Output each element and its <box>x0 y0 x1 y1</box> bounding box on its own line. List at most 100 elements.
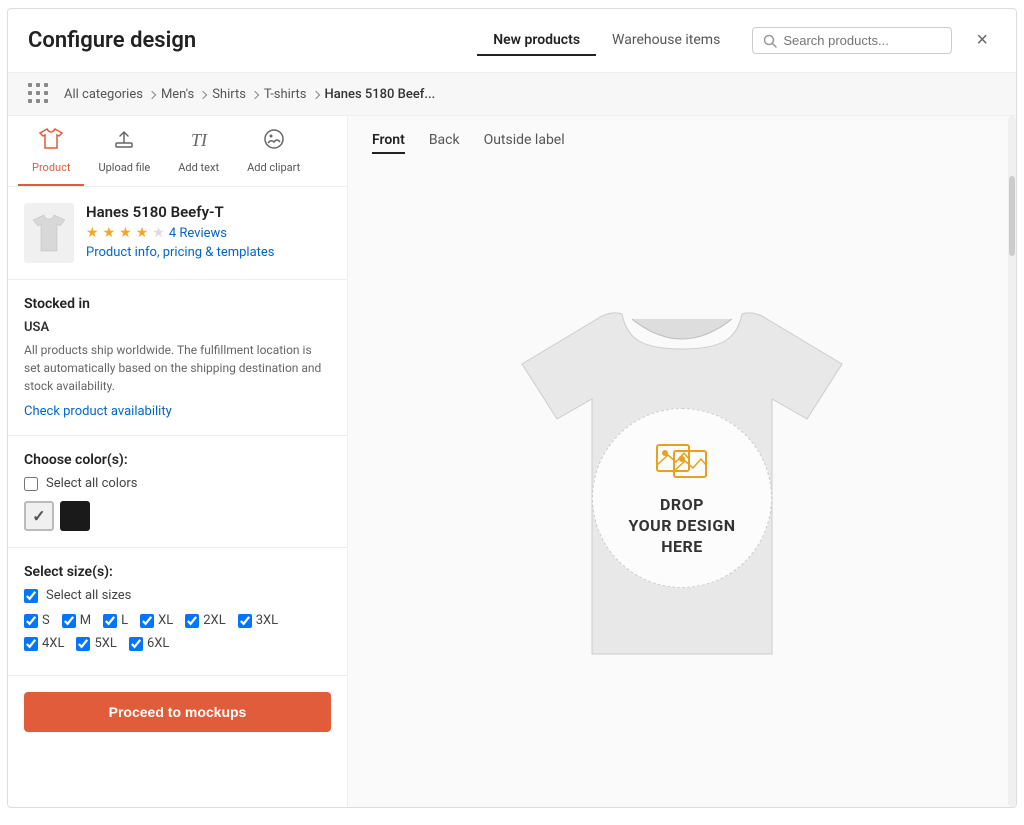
toolbar-upload-label: Upload file <box>98 161 150 174</box>
size-item-3xl: 3XL <box>238 613 278 628</box>
right-panel: Front Back Outside label <box>348 116 1016 807</box>
header-tabs: New products Warehouse items <box>477 26 736 56</box>
toolbar-clipart[interactable]: Add clipart <box>233 116 314 186</box>
star-2: ★ <box>103 225 116 241</box>
size-section-title: Select size(s): <box>24 564 331 580</box>
color-swatches: ✓ <box>24 501 331 531</box>
main-content: Product Upload file TI <box>8 116 1016 807</box>
toolbar: Product Upload file TI <box>8 116 347 187</box>
close-button[interactable]: × <box>968 25 996 56</box>
toolbar-text-label: Add text <box>178 161 219 174</box>
view-tab-back[interactable]: Back <box>429 132 460 154</box>
breadcrumb-mens[interactable]: Men's <box>161 87 194 102</box>
size-item-xl: XL <box>140 613 173 628</box>
size-item-5xl: 5XL <box>76 636 116 651</box>
stocked-description: All products ship worldwide. The fulfill… <box>24 341 331 395</box>
proceed-button[interactable]: Proceed to mockups <box>24 692 331 732</box>
select-all-colors-row: Select all colors <box>24 476 331 491</box>
breadcrumb-sep-4 <box>313 87 319 102</box>
breadcrumb-sep-2 <box>200 87 206 102</box>
select-all-sizes-checkbox[interactable] <box>24 589 38 603</box>
star-5: ★ <box>152 225 165 241</box>
check-availability-link[interactable]: Check product availability <box>24 404 172 419</box>
product-thumbnail <box>24 203 74 263</box>
toolbar-clipart-label: Add clipart <box>247 161 300 174</box>
size-item-4xl: 4XL <box>24 636 64 651</box>
stocked-section: Stocked in USA All products ship worldwi… <box>8 280 347 436</box>
tshirt-svg-container: DROP YOUR DESIGN HERE <box>502 274 862 704</box>
upload-icon <box>111 126 137 157</box>
size-2xl-checkbox[interactable] <box>185 614 199 628</box>
view-tabs: Front Back Outside label <box>348 116 589 170</box>
grid-icon <box>28 83 50 105</box>
select-all-sizes-label: Select all sizes <box>46 588 131 603</box>
color-section-title: Choose color(s): <box>24 452 331 468</box>
search-box <box>752 27 952 54</box>
scrollbar-thumb <box>1009 176 1015 256</box>
star-1: ★ <box>86 225 99 241</box>
drop-text: DROP YOUR DESIGN HERE <box>628 495 735 557</box>
size-item-l: L <box>103 613 128 628</box>
size-item-2xl: 2XL <box>185 613 225 628</box>
scrollbar[interactable] <box>1008 116 1016 807</box>
tab-warehouse-items[interactable]: Warehouse items <box>596 26 736 56</box>
clipart-icon <box>261 126 287 157</box>
product-details: Hanes 5180 Beefy-T ★ ★ ★ ★ ★ 4 Reviews P… <box>86 203 331 260</box>
reviews-link[interactable]: 4 Reviews <box>169 226 227 241</box>
size-l-checkbox[interactable] <box>103 614 117 628</box>
toolbar-text[interactable]: TI Add text <box>164 116 233 186</box>
product-name: Hanes 5180 Beefy-T <box>86 203 331 221</box>
size-m-checkbox[interactable] <box>62 614 76 628</box>
size-5xl-checkbox[interactable] <box>76 637 90 651</box>
color-swatch-black[interactable] <box>60 501 90 531</box>
color-swatch-white[interactable]: ✓ <box>24 501 54 531</box>
size-4xl-checkbox[interactable] <box>24 637 38 651</box>
product-info-link[interactable]: Product info, pricing & templates <box>86 245 331 260</box>
modal-header: Configure design New products Warehouse … <box>8 9 1016 73</box>
svg-text:TI: TI <box>191 130 208 150</box>
size-item-m: M <box>62 613 91 628</box>
size-row-2: 4XL 5XL 6XL <box>24 636 331 651</box>
breadcrumb-current: Hanes 5180 Beef... <box>325 87 436 102</box>
product-info-section: Hanes 5180 Beefy-T ★ ★ ★ ★ ★ 4 Reviews P… <box>8 187 347 280</box>
star-4: ★ <box>136 225 149 241</box>
size-3xl-checkbox[interactable] <box>238 614 252 628</box>
drop-zone[interactable]: DROP YOUR DESIGN HERE <box>592 408 772 588</box>
star-rating: ★ ★ ★ ★ ★ 4 Reviews <box>86 225 331 241</box>
product-thumbnail-image <box>31 211 67 255</box>
size-6xl-checkbox[interactable] <box>129 637 143 651</box>
star-3: ★ <box>119 225 132 241</box>
stocked-location: USA <box>24 320 331 335</box>
size-section: Select size(s): Select all sizes S M L X… <box>8 548 347 676</box>
breadcrumb-sep-1 <box>149 87 155 102</box>
breadcrumb-shirts[interactable]: Shirts <box>212 87 246 102</box>
breadcrumb: All categories Men's Shirts T-shirts Han… <box>8 73 1016 116</box>
breadcrumb-tshirts[interactable]: T-shirts <box>264 87 307 102</box>
select-all-sizes-row: Select all sizes <box>24 588 331 603</box>
select-all-colors-checkbox[interactable] <box>24 477 38 491</box>
select-all-colors-label: Select all colors <box>46 476 137 491</box>
view-tab-outside-label[interactable]: Outside label <box>484 132 565 154</box>
toolbar-product[interactable]: Product <box>18 116 84 186</box>
stocked-title: Stocked in <box>24 296 331 312</box>
modal-container: Configure design New products Warehouse … <box>7 8 1017 808</box>
modal-title: Configure design <box>28 28 477 53</box>
size-s-checkbox[interactable] <box>24 614 38 628</box>
left-panel: Product Upload file TI <box>8 116 348 807</box>
view-tab-front[interactable]: Front <box>372 132 405 154</box>
search-input[interactable] <box>783 33 941 48</box>
toolbar-product-label: Product <box>32 161 70 174</box>
search-icon <box>763 34 777 48</box>
size-row-1: S M L XL 2XL 3XL <box>24 613 331 628</box>
drop-zone-icon <box>652 437 712 487</box>
toolbar-upload[interactable]: Upload file <box>84 116 164 186</box>
breadcrumb-all-categories[interactable]: All categories <box>64 87 143 102</box>
size-xl-checkbox[interactable] <box>140 614 154 628</box>
swatch-check-white: ✓ <box>32 507 45 526</box>
tshirt-canvas: DROP YOUR DESIGN HERE <box>348 170 1016 807</box>
size-item-6xl: 6XL <box>129 636 169 651</box>
tab-new-products[interactable]: New products <box>477 26 596 56</box>
breadcrumb-sep-3 <box>252 87 258 102</box>
size-item-s: S <box>24 613 50 628</box>
shirt-icon <box>38 126 64 157</box>
